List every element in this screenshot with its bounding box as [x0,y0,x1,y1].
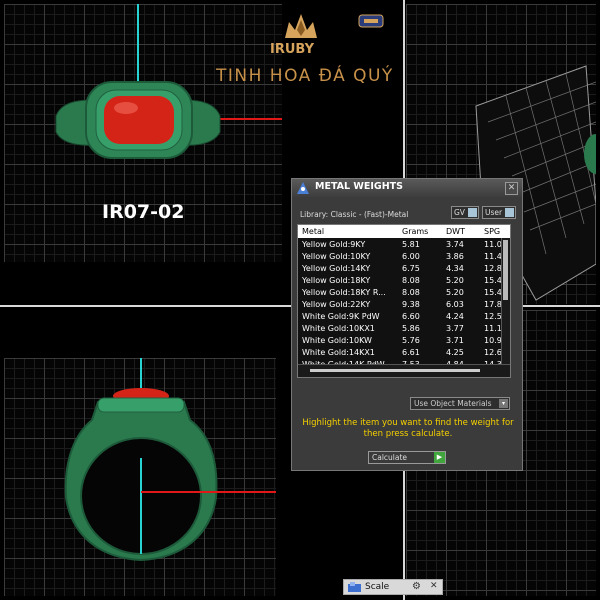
table-cell: 6.60 [402,312,420,321]
table-cell: 4.34 [446,264,464,273]
material-select[interactable]: Use Object Materials ▾ [410,397,510,410]
table-cell: Yellow Gold:9KY [302,240,366,249]
vertical-scrollbar[interactable] [501,238,510,365]
table-cell: 6.75 [402,264,420,273]
table-cell: 5.76 [402,336,420,345]
chevron-down-icon: ▾ [499,399,508,408]
table-cell: 4.25 [446,348,464,357]
scale-icon [348,582,361,592]
table-row[interactable]: Yellow Gold:14KY 6.75 4.34 12.8 [298,263,510,275]
table-header: Metal Grams DWT SPG [298,225,510,238]
scale-label: Scale [365,582,390,592]
table-cell: 3.71 [446,336,464,345]
table-cell: 5.81 [402,240,420,249]
table-cell: 5.86 [402,324,420,333]
table-row[interactable]: White Gold:10KW 5.76 3.71 10.9 [298,335,510,347]
app-stage: IR07-02 IRUBY TINH HOA ĐÁ QUÝ METAL WEIG… [0,0,600,600]
brand-logo-text: IRUBY [270,42,315,57]
table-cell: 5.20 [446,288,464,297]
calculate-button[interactable]: Calculate ▶ [368,451,446,464]
front-view-render [64,358,276,562]
library-label: Library: Classic - (Fast)-Metal [300,210,409,219]
viewport-front[interactable] [4,358,276,596]
table-row[interactable]: White Gold:9K PdW 6.60 4.24 12.5 [298,311,510,323]
metal-weights-dialog: METAL WEIGHTS ✕ Library: Classic - (Fast… [291,178,523,471]
gv-dropdown[interactable]: GV [451,206,479,219]
table-cell: 5.20 [446,276,464,285]
scrollbar-thumb[interactable] [310,369,480,372]
close-icon[interactable]: ✕ [505,182,518,195]
play-icon: ▶ [434,452,445,463]
table-cell: 6.03 [446,300,464,309]
brand-slogan: TINH HOA ĐÁ QUÝ [216,66,394,86]
table-cell: 9.38 [402,300,420,309]
viewport-top[interactable]: IR07-02 [4,4,282,262]
material-select-value: Use Object Materials [414,399,492,408]
table-cell: 3.86 [446,252,464,261]
column-header[interactable]: SPG [484,225,510,238]
close-icon[interactable]: ✕ [430,581,438,591]
table-cell: Yellow Gold:14KY [302,264,371,273]
table-row[interactable]: White Gold:14KX1 6.61 4.25 12.6 [298,347,510,359]
column-header[interactable]: Grams [402,225,442,238]
table-row[interactable]: Yellow Gold:9KY 5.81 3.74 11.0 [298,239,510,251]
table-cell: Yellow Gold:10KY [302,252,371,261]
badge-icon [358,14,384,28]
table-row[interactable]: Yellow Gold:10KY 6.00 3.86 11.4 [298,251,510,263]
table-cell: 3.74 [446,240,464,249]
table-cell: 4.24 [446,312,464,321]
dialog-title: METAL WEIGHTS [315,181,403,192]
scrollbar-thumb[interactable] [503,240,508,300]
table-cell: Yellow Gold:18KY [302,276,371,285]
dialog-titlebar[interactable]: METAL WEIGHTS ✕ [292,179,522,197]
user-label: User [485,208,503,217]
column-header[interactable]: DWT [446,225,486,238]
horizontal-scrollbar[interactable] [298,364,510,377]
instruction-text: Highlight the item you want to find the … [302,418,514,439]
crown-logo-icon [285,14,317,38]
calculate-label: Calculate [372,453,408,462]
table-row[interactable]: Yellow Gold:18KY R... 8.08 5.20 15.4 [298,287,510,299]
table-cell: White Gold:10KW [302,336,372,345]
table-row[interactable]: Yellow Gold:22KY 9.38 6.03 17.8 [298,299,510,311]
table-cell: 3.77 [446,324,464,333]
dropdown-icon [468,208,477,217]
gear-icon[interactable]: ⚙ [412,581,421,592]
gv-label: GV [454,208,465,217]
dropdown-icon [505,208,514,217]
table-row[interactable]: Yellow Gold:18KY 8.08 5.20 15.4 [298,275,510,287]
table-cell: White Gold:10KX1 [302,324,375,333]
metal-table[interactable]: Metal Grams DWT SPG Yellow Gold:9KY 5.81 3… [297,224,511,378]
viewport-divider-horizontal[interactable] [0,305,291,307]
scale-toolbar[interactable]: Scale ⚙ ✕ [343,579,443,595]
ruby-stone [104,96,174,144]
top-view-render [55,4,282,159]
table-cell: 6.61 [402,348,420,357]
table-row[interactable]: White Gold:10KX1 5.86 3.77 11.1 [298,323,510,335]
product-code: IR07-02 [102,201,185,223]
table-cell: Yellow Gold:18KY R... [302,288,386,297]
table-cell: 8.08 [402,288,420,297]
column-header[interactable]: Metal [302,225,398,238]
table-cell: 8.08 [402,276,420,285]
table-cell: Yellow Gold:22KY [302,300,371,309]
user-dropdown[interactable]: User [482,206,516,219]
viewport-divider-horizontal-right[interactable] [523,305,600,307]
scale-app-icon [297,182,309,194]
table-cell: 6.00 [402,252,420,261]
table-cell: White Gold:14KX1 [302,348,375,357]
table-cell: White Gold:9K PdW [302,312,380,321]
